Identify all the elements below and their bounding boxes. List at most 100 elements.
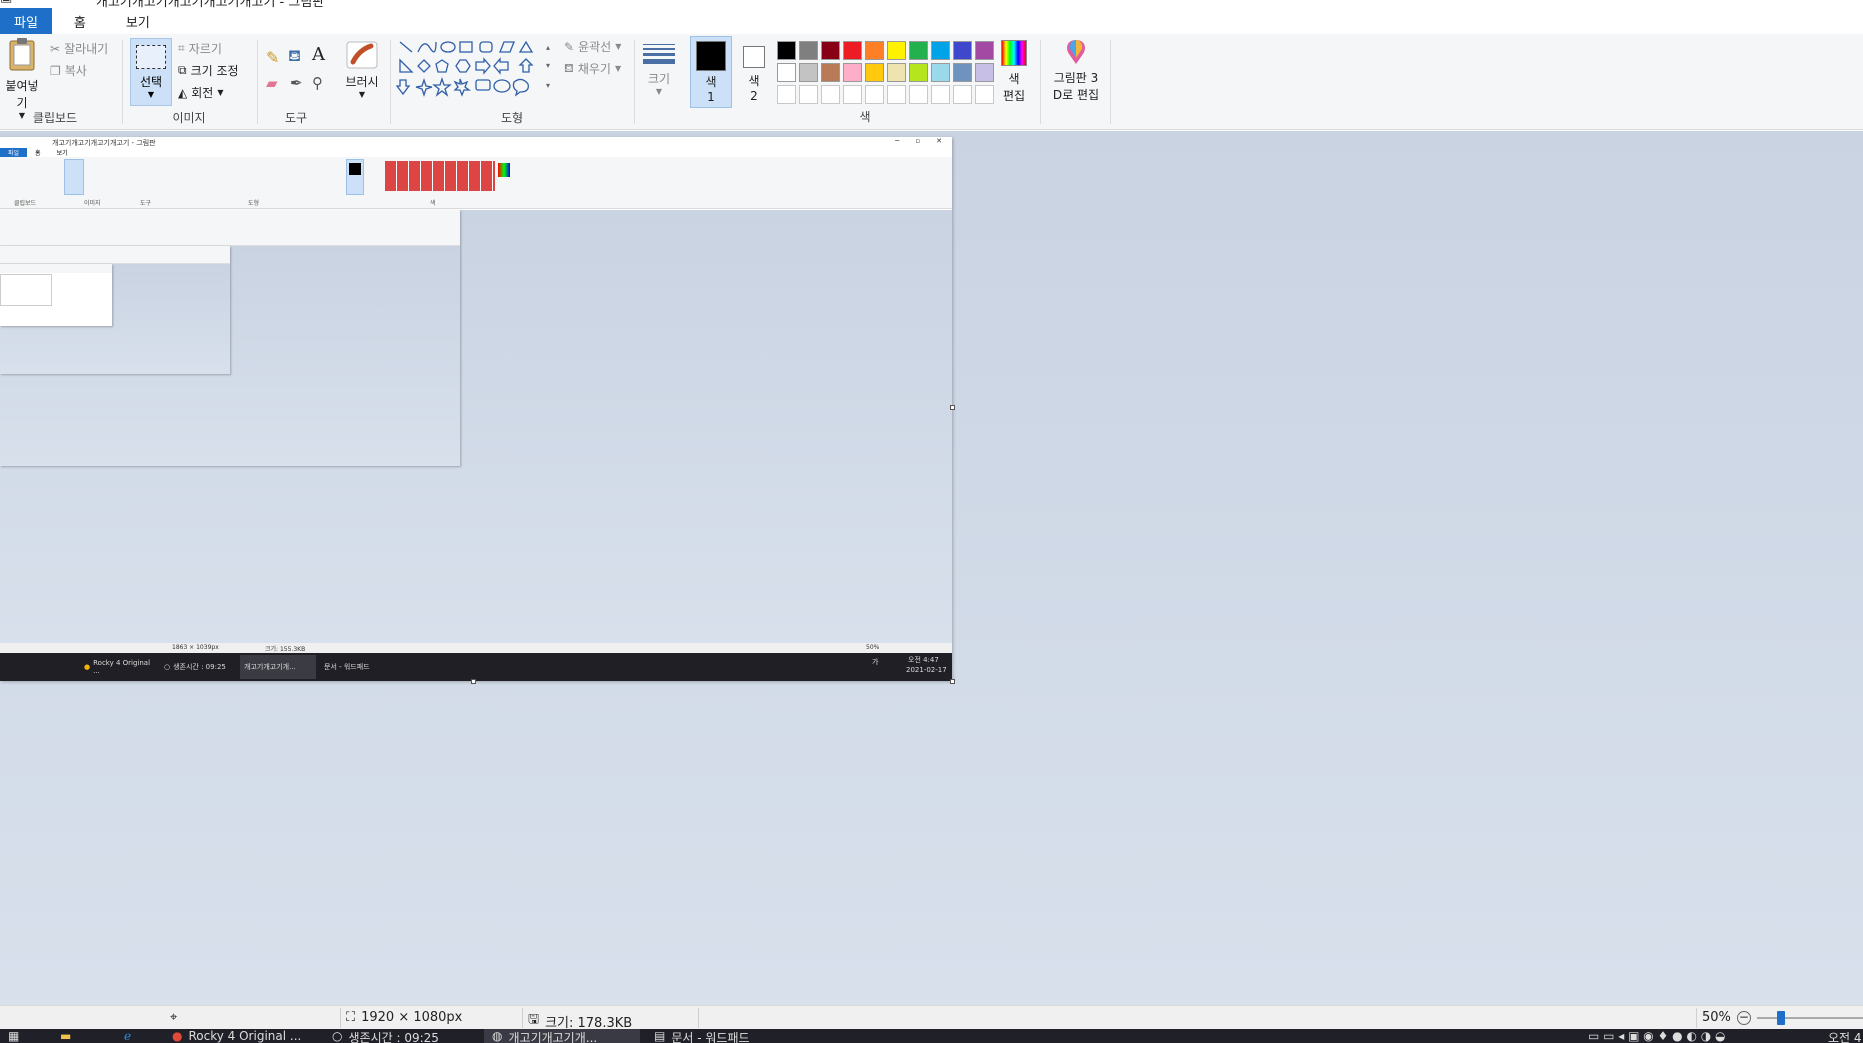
palette-swatch[interactable] — [975, 63, 994, 82]
zoom-slider-thumb[interactable] — [1776, 1010, 1785, 1025]
quick-access-toolbar: ▣ ✕ — [0, 0, 37, 8]
nested-tabs: 파일 홈 보기 — [0, 148, 952, 157]
palette-swatch[interactable] — [909, 85, 928, 104]
zoom-slider[interactable] — [1756, 1010, 1863, 1025]
palette-swatch[interactable] — [799, 63, 818, 82]
canvas-workspace[interactable]: 개고기개고기개고기개고기 - 그림판 ─ ▫ ✕ 파일 홈 보기 클립보드 이미지 … — [0, 131, 1863, 1005]
folder-icon: ▬ — [60, 1029, 72, 1043]
cursor-icon: ⌖ — [170, 1010, 178, 1025]
windows-icon: ▦ — [8, 1029, 20, 1043]
palette-swatch[interactable] — [777, 63, 796, 82]
canvas-resize-handle-corner[interactable] — [950, 679, 955, 684]
save-icon[interactable]: ▣ — [0, 0, 12, 8]
color-palette — [776, 40, 996, 106]
rotate-label: 회전 — [191, 86, 214, 100]
palette-swatch[interactable] — [821, 85, 840, 104]
fill-button[interactable]: ⛾ 채우기 ▼ — [564, 60, 621, 77]
nested-tab-view: 보기 — [56, 150, 68, 157]
shapes-gallery[interactable]: ▴ ▾ ▾ — [396, 38, 554, 98]
palette-swatch[interactable] — [799, 41, 818, 60]
palette-swatch[interactable] — [953, 85, 972, 104]
taskbar-paint[interactable]: ◍ 개고기개고기개... — [484, 1029, 640, 1043]
edge-button[interactable]: ℯ — [116, 1029, 139, 1043]
start-button[interactable]: ▦ — [0, 1029, 27, 1043]
minimize-button[interactable]: ─ — [1831, 0, 1839, 7]
fill-bucket-icon[interactable]: ⛾ — [288, 46, 301, 67]
color-1-button[interactable]: 색 1 — [690, 36, 732, 108]
edit-with-paint3d-button[interactable]: 그림판 3 D로 편집 — [1046, 38, 1106, 103]
nested-task-chrome: ● Rocky 4 Original ... — [84, 659, 151, 675]
pencil-icon[interactable]: ✎ — [266, 48, 279, 67]
palette-swatch[interactable] — [865, 85, 884, 104]
palette-swatch[interactable] — [777, 41, 796, 60]
palette-swatch[interactable] — [931, 63, 950, 82]
canvas-resize-handle-bottom[interactable] — [471, 679, 476, 684]
palette-swatch[interactable] — [777, 85, 796, 104]
palette-swatch[interactable] — [975, 85, 994, 104]
palette-swatch[interactable] — [843, 41, 862, 60]
taskbar-wordpad[interactable]: ▤ 문서 - 워드패드 — [646, 1029, 798, 1043]
taskbar-paint-label: 개고기개고기개... — [508, 1031, 598, 1043]
palette-swatch[interactable] — [887, 63, 906, 82]
palette-swatch[interactable] — [865, 63, 884, 82]
color-picker-icon[interactable]: ✒ — [290, 74, 303, 92]
crop-button[interactable]: ⌗ 자르기 — [178, 40, 222, 57]
chevron-down-icon: ▼ — [217, 88, 224, 97]
size-button[interactable]: 크기 ▼ — [640, 42, 678, 96]
resize-button[interactable]: ⧉ 크기 조정 — [178, 62, 239, 79]
copy-button[interactable]: ❐ 복사 — [50, 62, 87, 79]
paint-window: ▣ ✕ 개고기개고기개고기개고기개고기 - 그림판 ─ 파일 홈 보기 붙여넣기… — [0, 0, 1863, 1043]
nested-canvas-level-2 — [0, 210, 460, 466]
zoom-out-icon[interactable]: − — [1736, 1010, 1751, 1025]
canvas[interactable]: 개고기개고기개고기개고기 - 그림판 ─ ▫ ✕ 파일 홈 보기 클립보드 이미지 … — [0, 137, 952, 681]
palette-swatch[interactable] — [953, 63, 972, 82]
line-width-icon — [643, 44, 675, 64]
outline-button[interactable]: ✎ 윤곽선 ▼ — [564, 38, 621, 55]
nested-task-paint-label: 개고기개고기개... — [244, 663, 296, 671]
palette-swatch[interactable] — [887, 41, 906, 60]
file-explorer-button[interactable]: ▬ — [52, 1029, 79, 1043]
ribbon-divider — [122, 40, 123, 124]
copy-icon: ❐ — [50, 63, 61, 78]
customize-icon[interactable]: ✕ — [26, 0, 37, 8]
select-button[interactable]: 선택 ▼ — [130, 38, 172, 106]
palette-swatch[interactable] — [865, 41, 884, 60]
tab-view[interactable]: 보기 — [108, 8, 168, 34]
ribbon-divider — [1040, 40, 1041, 124]
palette-swatch[interactable] — [975, 41, 994, 60]
palette-swatch[interactable] — [909, 41, 928, 60]
brushes-button[interactable]: 브러시 ▼ — [340, 40, 384, 99]
taskbar-chrome[interactable]: ● Rocky 4 Original ... — [164, 1029, 316, 1043]
palette-swatch[interactable] — [821, 41, 840, 60]
rotate-button[interactable]: ◭ 회전 ▼ — [178, 84, 223, 101]
palette-swatch[interactable] — [931, 85, 950, 104]
wordpad-icon: ▤ — [654, 1029, 666, 1043]
palette-swatch[interactable] — [931, 41, 950, 60]
magnifier-icon[interactable]: ⚲ — [312, 74, 323, 92]
palette-swatch[interactable] — [799, 85, 818, 104]
canvas-resize-handle-right[interactable] — [950, 405, 955, 410]
color-2-button[interactable]: 색 2 — [736, 36, 772, 103]
palette-swatch[interactable] — [909, 63, 928, 82]
cut-button[interactable]: ✂ 잘라내기 — [50, 40, 108, 57]
paste-button[interactable]: 붙여넣기 ▼ — [0, 36, 44, 120]
palette-swatch[interactable] — [843, 63, 862, 82]
eraser-icon[interactable]: ▰ — [266, 74, 278, 92]
palette-swatch[interactable] — [887, 85, 906, 104]
taskbar-clock[interactable]: 오전 4 — [1820, 1029, 1863, 1043]
rotate-icon: ◭ — [178, 85, 188, 100]
ie-icon: ℯ — [124, 1029, 132, 1043]
tab-file[interactable]: 파일 — [0, 8, 52, 34]
palette-swatch[interactable] — [953, 41, 972, 60]
system-tray[interactable]: ▭ ▭ ◂ ▣ ◉ ♦ ● ◐ ◑ ◒ — [1580, 1029, 1733, 1043]
palette-swatch[interactable] — [821, 63, 840, 82]
title-bar: ▣ ✕ 개고기개고기개고기개고기개고기 - 그림판 ─ — [0, 0, 1863, 8]
edit-colors-button[interactable]: 색 편집 — [996, 38, 1032, 104]
nested-color-1-highlight — [346, 159, 364, 195]
text-tool-icon[interactable]: A — [312, 44, 325, 65]
taskbar-timer[interactable]: ○ 생존시간 : 09:25 — [324, 1029, 476, 1043]
tab-home[interactable]: 홈 — [52, 8, 108, 34]
palette-swatch[interactable] — [843, 85, 862, 104]
zoom-controls: 50% − — [1702, 1010, 1863, 1025]
crop-label: 자르기 — [188, 42, 222, 56]
